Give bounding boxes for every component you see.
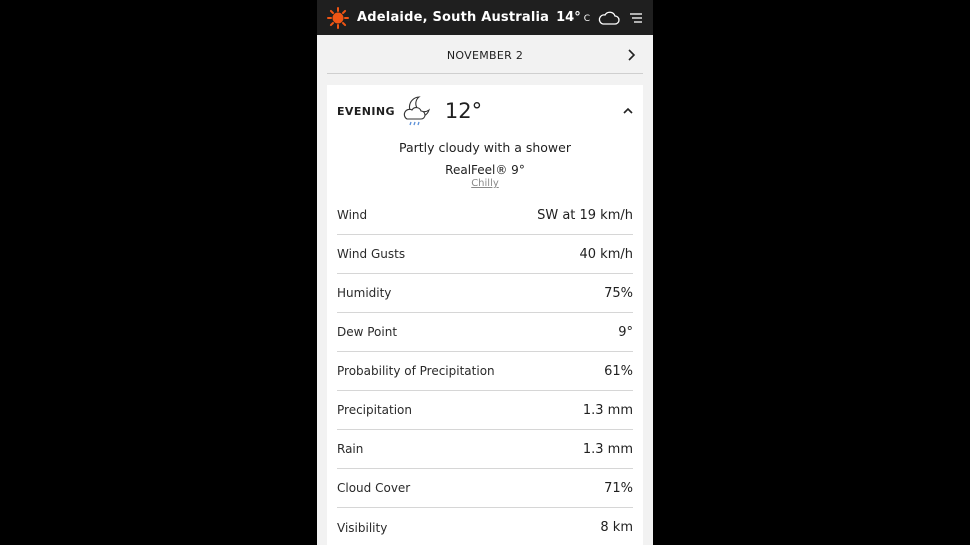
period-label: EVENING (337, 104, 395, 118)
detail-value: 71% (604, 480, 633, 496)
details-list: Wind SW at 19 km/h Wind Gusts 40 km/h Humi… (337, 196, 633, 545)
detail-row-probability-of-precipitation: Probability of Precipitation 61% (337, 352, 633, 391)
chevron-right-icon[interactable] (623, 47, 639, 63)
detail-row-humidity: Humidity 75% (337, 274, 633, 313)
date-navigation: NOVEMBER 2 (327, 37, 643, 74)
detail-row-dew-point: Dew Point 9° (337, 313, 633, 352)
detail-row-wind: Wind SW at 19 km/h (337, 196, 633, 235)
top-bar: Adelaide, South Australia 14° C (317, 0, 653, 35)
detail-value: SW at 19 km/h (537, 207, 633, 223)
realfeel-phrase[interactable]: Chilly (327, 178, 643, 189)
location-name[interactable]: Adelaide, South Australia (357, 10, 549, 25)
detail-value: 75% (604, 285, 633, 301)
detail-value: 40 km/h (579, 246, 634, 262)
forecast-card: EVENING 12° Partly cloudy with a shower … (327, 85, 643, 545)
hamburger-menu-icon[interactable] (629, 12, 643, 24)
detail-label: Cloud Cover (337, 481, 411, 495)
detail-label: Humidity (337, 286, 392, 300)
detail-label: Wind Gusts (337, 247, 406, 261)
detail-row-wind-gusts: Wind Gusts 40 km/h (337, 235, 633, 274)
detail-label: Rain (337, 442, 364, 456)
detail-row-cloud-cover: Cloud Cover 71% (337, 469, 633, 508)
detail-value: 1.3 mm (582, 441, 633, 457)
detail-value: 61% (604, 363, 633, 379)
temperature-unit: C (583, 14, 591, 24)
detail-value: 1.3 mm (582, 402, 633, 418)
cloud-icon (598, 11, 620, 25)
detail-value: 8 km (600, 520, 633, 535)
detail-label: Visibility (337, 520, 388, 535)
detail-row-visibility: Visibility 8 km (337, 508, 633, 545)
partly-cloudy-night-shower-icon (403, 96, 430, 126)
current-temperature: 14° (556, 10, 581, 25)
date-label: NOVEMBER 2 (446, 48, 524, 62)
detail-label: Precipitation (337, 403, 413, 417)
forecast-header[interactable]: EVENING 12° (327, 85, 643, 137)
realfeel-value: RealFeel® 9° (445, 163, 525, 177)
sun-icon[interactable] (327, 6, 349, 29)
forecast-phrase: Partly cloudy with a shower (398, 140, 571, 155)
chevron-up-icon[interactable] (621, 104, 635, 118)
detail-label: Wind (337, 208, 368, 222)
forecast-temperature: 12° (444, 99, 483, 123)
detail-row-precipitation: Precipitation 1.3 mm (337, 391, 633, 430)
detail-value: 9° (618, 324, 633, 340)
detail-label: Probability of Precipitation (337, 364, 495, 378)
detail-label: Dew Point (337, 325, 398, 339)
app-screen: Adelaide, South Australia 14° C NOVEMBER… (317, 0, 653, 545)
detail-row-rain: Rain 1.3 mm (337, 430, 633, 469)
